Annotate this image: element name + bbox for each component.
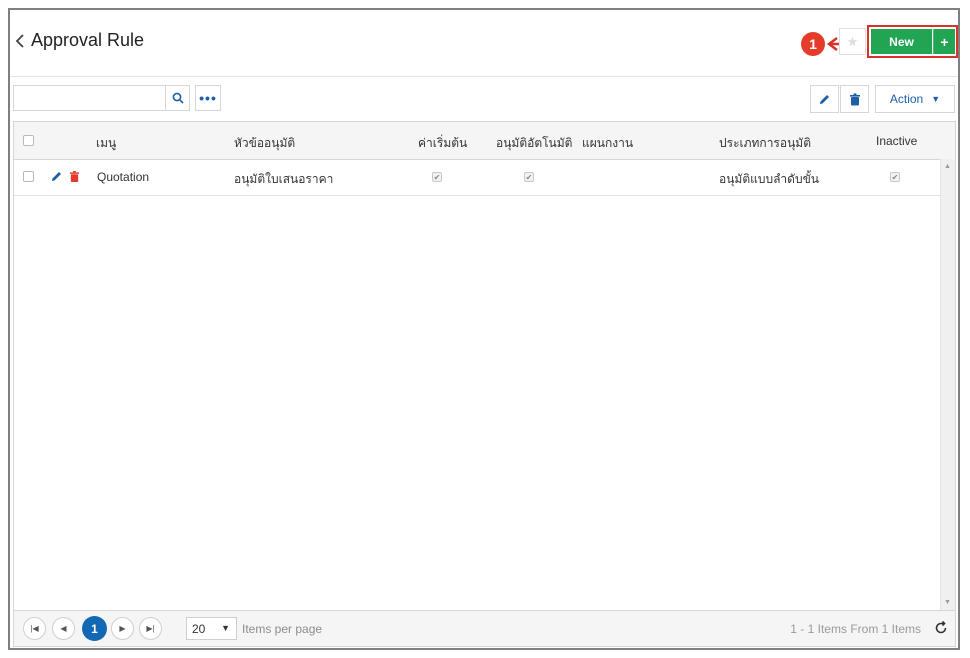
pencil-icon bbox=[820, 94, 829, 104]
more-options-button[interactable]: ••• bbox=[195, 85, 221, 111]
step-badge: 1 bbox=[801, 32, 825, 56]
edit-pencil-icon[interactable] bbox=[50, 170, 63, 183]
new-button[interactable]: New bbox=[871, 29, 932, 54]
page-size-select[interactable]: 20 ▼ bbox=[186, 617, 237, 640]
search-button[interactable] bbox=[165, 86, 190, 110]
column-header-approval-type[interactable]: ประเภทการอนุมัติ bbox=[719, 134, 811, 153]
toolbar: ••• Action ▼ bbox=[10, 76, 958, 122]
action-label: Action bbox=[889, 92, 924, 106]
caret-down-icon: ▼ bbox=[931, 94, 941, 104]
approval-rule-grid: เมนู หัวข้ออนุมัติ ค่าเริ่มต้น อนุมัติอั… bbox=[13, 121, 956, 611]
page-header: Approval Rule 1 ★ New + bbox=[10, 10, 958, 77]
vertical-scrollbar[interactable]: ▲ ▼ bbox=[940, 159, 955, 610]
cell-subject: อนุมัติใบเสนอราคา bbox=[234, 172, 334, 186]
back-chevron-icon[interactable] bbox=[14, 32, 28, 50]
auto-approve-checked-icon: ✔ bbox=[524, 172, 534, 182]
page-title: Approval Rule bbox=[31, 30, 145, 50]
pagination-bar: |◀ ◀ 1 ▶ ▶| 20 ▼ Items per page 1 - 1 It… bbox=[13, 611, 956, 647]
column-header-department[interactable]: แผนกงาน bbox=[582, 134, 633, 153]
default-checked-icon: ✔ bbox=[432, 172, 442, 182]
star-icon[interactable]: ★ bbox=[839, 28, 866, 55]
prev-page-icon[interactable]: ◀ bbox=[52, 617, 75, 640]
grid-header: เมนู หัวข้ออนุมัติ ค่าเริ่มต้น อนุมัติอั… bbox=[14, 122, 955, 160]
cell-approval-type: อนุมัติแบบลำดับขั้น bbox=[719, 172, 819, 186]
inactive-checked-icon: ✔ bbox=[890, 172, 900, 182]
scroll-down-icon[interactable]: ▼ bbox=[944, 599, 951, 606]
app-window: Approval Rule 1 ★ New + ••• Action ▼ เมน… bbox=[8, 8, 960, 650]
select-all-checkbox[interactable] bbox=[23, 135, 34, 146]
delete-trash-icon[interactable] bbox=[69, 170, 80, 183]
column-header-auto-approve[interactable]: อนุมัติอัตโนมัติ bbox=[496, 134, 572, 153]
caret-down-icon: ▼ bbox=[221, 623, 230, 633]
last-page-icon[interactable]: ▶| bbox=[139, 617, 162, 640]
scroll-up-icon[interactable]: ▲ bbox=[944, 163, 951, 170]
action-dropdown[interactable]: Action ▼ bbox=[875, 85, 955, 113]
items-per-page-label: Items per page bbox=[242, 622, 323, 636]
column-header-default[interactable]: ค่าเริ่มต้น bbox=[418, 134, 467, 153]
column-header-inactive[interactable]: Inactive bbox=[876, 134, 917, 148]
edit-button[interactable] bbox=[810, 85, 839, 113]
delete-button[interactable] bbox=[840, 85, 869, 113]
next-page-icon[interactable]: ▶ bbox=[111, 617, 134, 640]
trash-icon bbox=[849, 93, 860, 105]
search-input[interactable] bbox=[14, 86, 164, 110]
cell-menu: Quotation bbox=[97, 170, 150, 184]
page-size-value: 20 bbox=[192, 622, 206, 636]
search-icon bbox=[172, 92, 184, 104]
refresh-icon[interactable] bbox=[933, 620, 949, 636]
table-row[interactable]: Quotation อนุมัติใบเสนอราคา ✔ ✔ อนุมัติแ… bbox=[14, 159, 941, 196]
column-header-menu[interactable]: เมนู bbox=[96, 134, 116, 153]
first-page-icon[interactable]: |◀ bbox=[23, 617, 46, 640]
column-header-subject[interactable]: หัวข้ออนุมัติ bbox=[234, 134, 295, 153]
current-page-button[interactable]: 1 bbox=[82, 616, 107, 641]
search-box bbox=[13, 85, 190, 111]
row-checkbox[interactable] bbox=[23, 171, 34, 182]
new-plus-button[interactable]: + bbox=[933, 29, 955, 54]
pagination-info: 1 - 1 Items From 1 Items bbox=[790, 622, 921, 636]
